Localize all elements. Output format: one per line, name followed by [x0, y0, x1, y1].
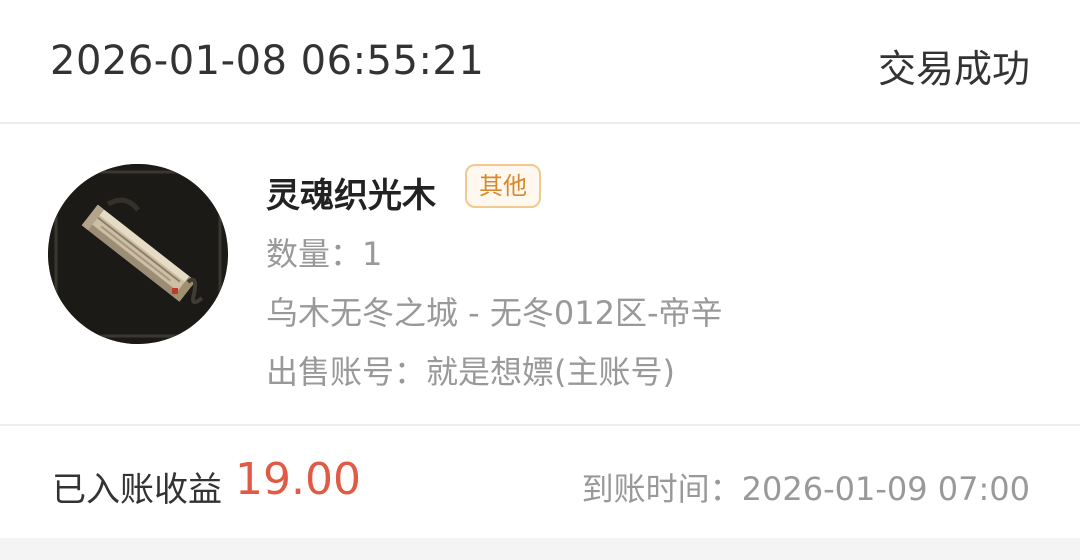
arrival-time: 到账时间：2026-01-09 07:00	[581, 470, 1030, 508]
item-server: 乌木无冬之城 - 无冬012区-帝辛	[266, 294, 723, 332]
earnings-amount: 19.00	[235, 454, 361, 505]
item-seller-account: 出售账号：就是想嫖(主账号)	[266, 353, 675, 391]
order-datetime: 2026-01-08 06:55:21	[50, 38, 485, 84]
earnings-row: 已入账收益 19.00 到账时间：2026-01-09 07:00	[0, 426, 1080, 538]
order-item[interactable]: 灵魂织光木 其他 数量：1 乌木无冬之城 - 无冬012区-帝辛 出售账号：就是…	[0, 124, 1080, 426]
item-image	[48, 164, 228, 344]
wood-plank-icon	[48, 164, 228, 344]
item-name: 灵魂织光木	[266, 176, 436, 216]
order-header: 2026-01-08 06:55:21 交易成功	[0, 0, 1080, 124]
item-category-badge: 其他	[465, 164, 541, 208]
order-card[interactable]: 2026-01-08 06:55:21 交易成功 灵魂织光木 其他 数量：1 乌…	[0, 0, 1080, 538]
item-quantity: 数量：1	[266, 235, 383, 273]
earnings-label: 已入账收益	[52, 470, 222, 510]
order-status: 交易成功	[877, 47, 1030, 91]
